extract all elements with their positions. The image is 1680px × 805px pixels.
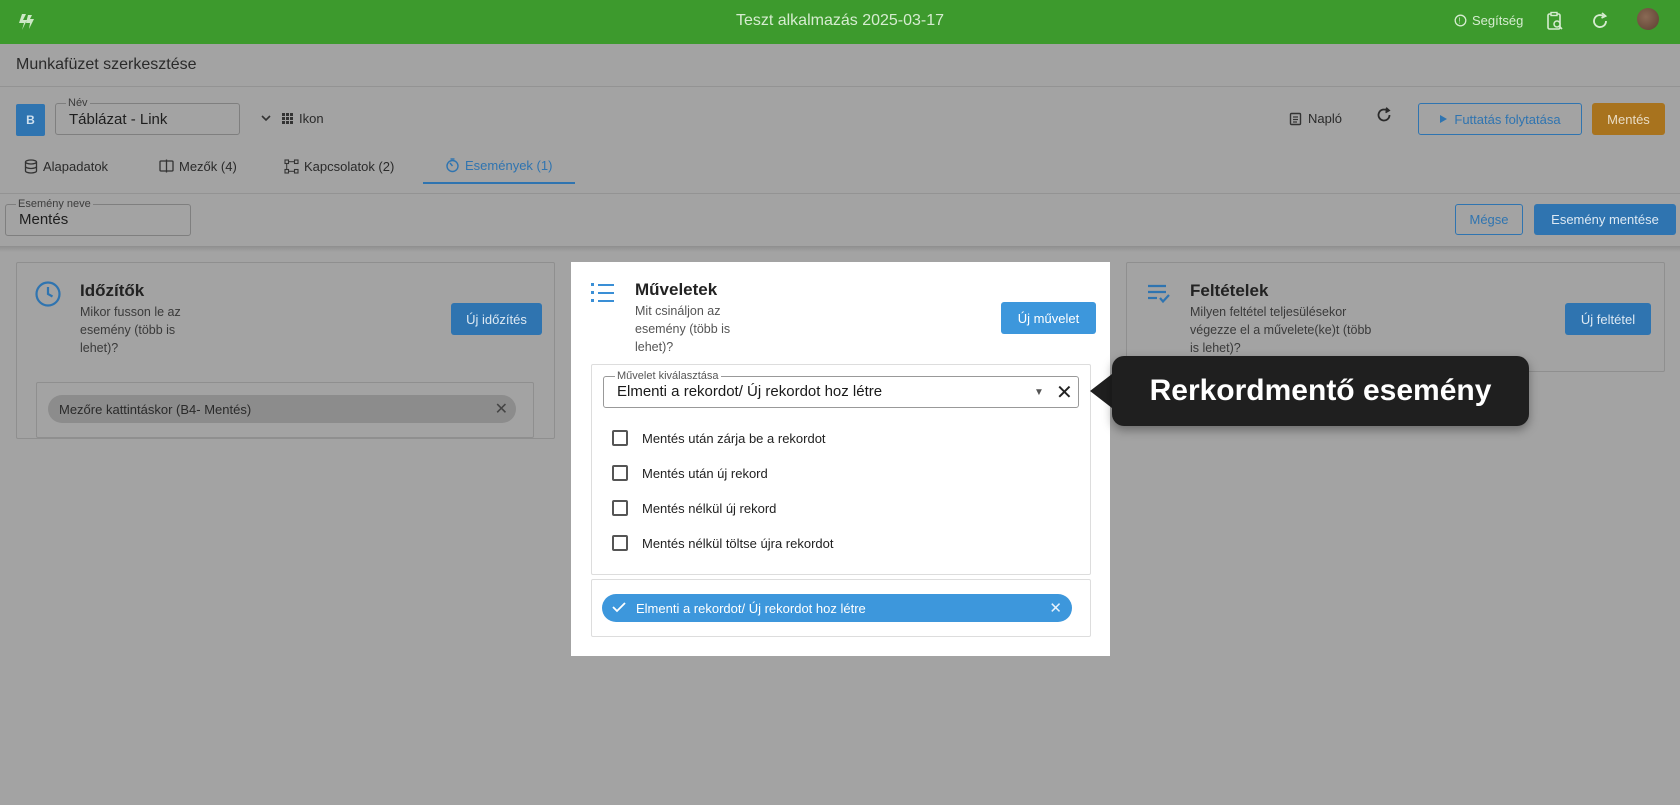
connections-icon	[284, 158, 299, 174]
selected-action-label: Elmenti a rekordot/ Új rekordot hoz létr…	[636, 600, 866, 616]
cancel-button[interactable]: Mégse	[1455, 204, 1523, 235]
option-reload-without-save[interactable]: Mentés nélkül töltse újra rekordot	[612, 533, 833, 553]
checkbox[interactable]	[612, 500, 628, 516]
continue-run-button[interactable]: Futtatás folytatása	[1418, 103, 1582, 135]
list-icon	[591, 283, 614, 307]
log-icon	[1289, 112, 1302, 125]
timer-chip-label: Mezőre kattintáskor (B4- Mentés)	[59, 401, 252, 417]
event-bar-shadow	[0, 246, 1680, 252]
clear-icon[interactable]: ✕	[1056, 380, 1073, 405]
dropdown-arrow-icon[interactable]: ▼	[1034, 387, 1044, 398]
save-event-button[interactable]: Esemény mentése	[1534, 204, 1676, 235]
page-title: Munkafüzet szerkesztése	[16, 56, 197, 73]
divider	[0, 86, 1680, 87]
option-label: Mentés után zárja be a rekordot	[642, 430, 826, 446]
tab-events[interactable]: Események (1)	[423, 148, 575, 184]
option-new-without-save[interactable]: Mentés nélkül új rekord	[612, 498, 776, 518]
reload-icon[interactable]	[1375, 106, 1393, 129]
actions-description: Mit csináljon az esemény (több is lehet)…	[635, 304, 731, 354]
tab-connections[interactable]: Kapcsolatok (2)	[278, 148, 400, 184]
tooltip-arrow	[1090, 374, 1112, 408]
timers-title: Időzítők	[80, 281, 145, 300]
top-bar: Teszt alkalmazás 2025-03-17 ! Segítség	[0, 0, 1680, 44]
checkbox[interactable]	[612, 535, 628, 551]
events-icon	[446, 157, 459, 172]
svg-text:!: !	[1458, 17, 1460, 26]
conditions-title: Feltételek	[1190, 281, 1269, 300]
tab-label: Kapcsolatok (2)	[304, 158, 395, 174]
icon-picker-label: Ikon	[299, 111, 324, 126]
option-label: Mentés nélkül töltse újra rekordot	[642, 535, 834, 551]
clipboard-search-icon[interactable]	[1544, 11, 1566, 33]
chevron-down-icon[interactable]	[261, 112, 271, 126]
new-action-button[interactable]: Új művelet	[1001, 302, 1096, 334]
help-label: Segítség	[1472, 13, 1524, 28]
event-name-label: Esemény neve	[16, 198, 93, 210]
timers-card: Időzítők Mikor fusson le az esemény (töb…	[16, 262, 555, 439]
field-icon	[159, 159, 174, 173]
tab-label: Alapadatok	[43, 158, 109, 174]
new-timer-button[interactable]: Új időzítés	[451, 303, 542, 335]
actions-title: Műveletek	[635, 280, 718, 299]
option-label: Mentés után új rekord	[642, 465, 768, 481]
avatar[interactable]	[1637, 8, 1659, 30]
selected-action-chip[interactable]: Elmenti a rekordot/ Új rekordot hoz létr…	[602, 594, 1072, 622]
save-button[interactable]: Mentés	[1592, 103, 1665, 135]
log-label: Napló	[1308, 111, 1342, 126]
log-button[interactable]: Napló	[1289, 111, 1342, 126]
tab-bar: Alapadatok Mezők (4) Kapcsolatok (2) Ese…	[0, 148, 1680, 184]
remove-timer-icon[interactable]: ✕	[495, 399, 508, 419]
workbook-badge[interactable]: B	[16, 104, 45, 136]
check-icon	[612, 601, 626, 616]
checkbox[interactable]	[612, 465, 628, 481]
grid-icon	[282, 113, 293, 124]
action-select-value: Elmenti a rekordot/ Új rekordot hoz létr…	[617, 383, 883, 400]
new-condition-button[interactable]: Új feltétel	[1565, 303, 1651, 335]
action-select[interactable]: Művelet kiválasztása Elmenti a rekordot/…	[603, 370, 1079, 408]
checklist-icon	[1147, 283, 1171, 312]
remove-action-icon[interactable]: ✕	[1049, 599, 1062, 617]
event-name-value: Mentés	[19, 211, 69, 228]
action-select-panel: Művelet kiválasztása Elmenti a rekordot/…	[591, 364, 1091, 575]
timer-chip[interactable]: Mezőre kattintáskor (B4- Mentés) ✕	[48, 395, 516, 423]
name-field-value: Táblázat - Link	[69, 111, 168, 128]
name-field[interactable]: Név Táblázat - Link	[55, 97, 240, 135]
tab-fields[interactable]: Mezők (4)	[153, 148, 243, 184]
selected-actions-list: Elmenti a rekordot/ Új rekordot hoz létr…	[591, 579, 1091, 637]
database-icon	[24, 158, 38, 174]
tab-label: Események (1)	[465, 157, 553, 173]
help-icon: !	[1454, 14, 1467, 27]
conditions-description: Milyen feltétel teljesülésekor végezze e…	[1190, 305, 1372, 355]
divider	[0, 193, 1680, 194]
tab-label: Mezők (4)	[179, 158, 237, 174]
timers-description: Mikor fusson le az esemény (több is lehe…	[80, 305, 181, 355]
name-field-label: Név	[66, 97, 90, 109]
app-title: Teszt alkalmazás 2025-03-17	[735, 12, 945, 29]
checkbox[interactable]	[612, 430, 628, 446]
play-icon	[1439, 112, 1448, 127]
tooltip: Rerkordmentő esemény	[1112, 356, 1529, 426]
clock-icon	[34, 280, 62, 315]
timer-list: Mezőre kattintáskor (B4- Mentés) ✕	[36, 382, 534, 438]
help-link[interactable]: ! Segítség	[1454, 13, 1523, 28]
option-label: Mentés nélkül új rekord	[642, 500, 777, 516]
event-name-field[interactable]: Esemény neve Mentés	[5, 198, 191, 236]
actions-card: Műveletek Mit csináljon az esemény (több…	[571, 262, 1110, 656]
refresh-icon[interactable]	[1589, 11, 1611, 33]
option-new-after-save[interactable]: Mentés után új rekord	[612, 463, 768, 483]
option-close-after-save[interactable]: Mentés után zárja be a rekordot	[612, 428, 826, 448]
icon-picker-button[interactable]: Ikon	[282, 111, 324, 126]
tab-basic-data[interactable]: Alapadatok	[18, 148, 114, 184]
action-select-label: Művelet kiválasztása	[615, 370, 721, 382]
continue-run-label: Futtatás folytatása	[1454, 111, 1561, 127]
